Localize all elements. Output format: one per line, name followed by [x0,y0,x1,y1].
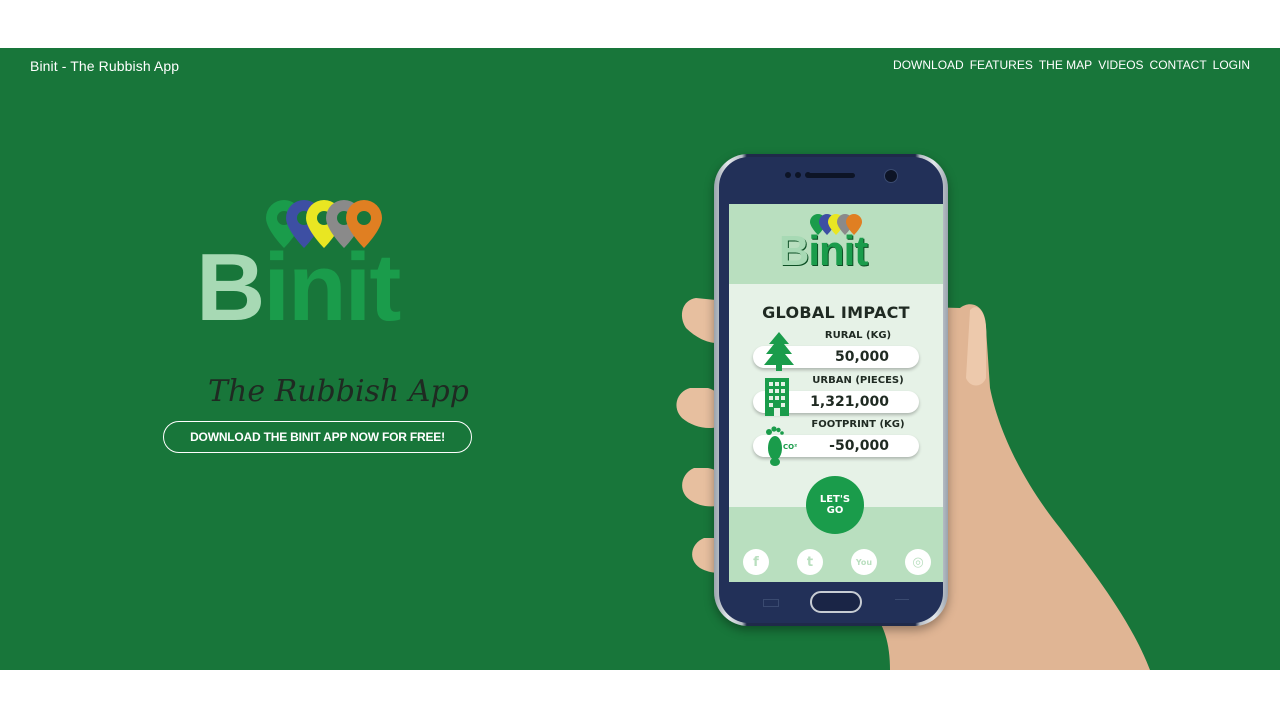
phone-home-button [810,591,862,613]
nav-features[interactable]: FEATURES [970,58,1033,72]
nav-videos[interactable]: VIDEOS [1098,58,1143,72]
instagram-icon[interactable]: ◎ [905,549,931,575]
logo-letter-b: B [196,234,265,341]
lets-go-button[interactable]: LET'S GO [806,476,864,534]
co2-mark: CO² [783,443,798,451]
binit-logo: Binit The Rubbish App [192,196,469,409]
top-nav: DOWNLOAD FEATURES THE MAP VIDEOS CONTACT… [893,58,1250,72]
phone-mockup: Binit GLOBAL IMPACT RURAL (KG) 50,000 UR… [714,154,948,626]
recent-apps-key-icon [763,599,779,607]
nav-the-map[interactable]: THE MAP [1039,58,1092,72]
logo-tagline: The Rubbish App [208,374,469,409]
phone-speaker [807,173,855,178]
front-camera-icon [884,169,898,183]
hero-section: Binit - The Rubbish App DOWNLOAD FEATURE… [0,48,1280,670]
stat-urban-label: URBAN (PIECES) [812,375,904,386]
twitter-icon[interactable]: t [797,549,823,575]
app-screen: Binit GLOBAL IMPACT RURAL (KG) 50,000 UR… [729,204,943,582]
back-key-icon [895,599,909,606]
app-header: Binit [729,204,943,284]
app-logo-wordmark: Binit [779,227,868,274]
youtube-icon[interactable]: You [851,549,877,575]
nav-login[interactable]: LOGIN [1213,58,1250,72]
nav-download[interactable]: DOWNLOAD [893,58,964,72]
tree-icon [764,332,794,371]
global-impact-title: GLOBAL IMPACT [762,303,910,322]
app-logo-letter-b: B [779,227,809,274]
logo-letters-rest: init [263,234,401,341]
stat-footprint-label: FOOTPRINT (KG) [811,419,905,430]
stat-rural-label: RURAL (KG) [824,330,892,341]
logo-wordmark: Binit [196,240,401,336]
nav-contact[interactable]: CONTACT [1150,58,1207,72]
facebook-icon[interactable]: f [743,549,769,575]
brand-link[interactable]: Binit - The Rubbish App [30,58,179,74]
app-logo-letters-rest: init [808,227,868,274]
download-app-button[interactable]: DOWNLOAD THE BINIT APP NOW FOR FREE! [163,421,472,453]
building-icon [765,378,789,416]
phone-body: Binit GLOBAL IMPACT RURAL (KG) 50,000 UR… [719,157,943,623]
